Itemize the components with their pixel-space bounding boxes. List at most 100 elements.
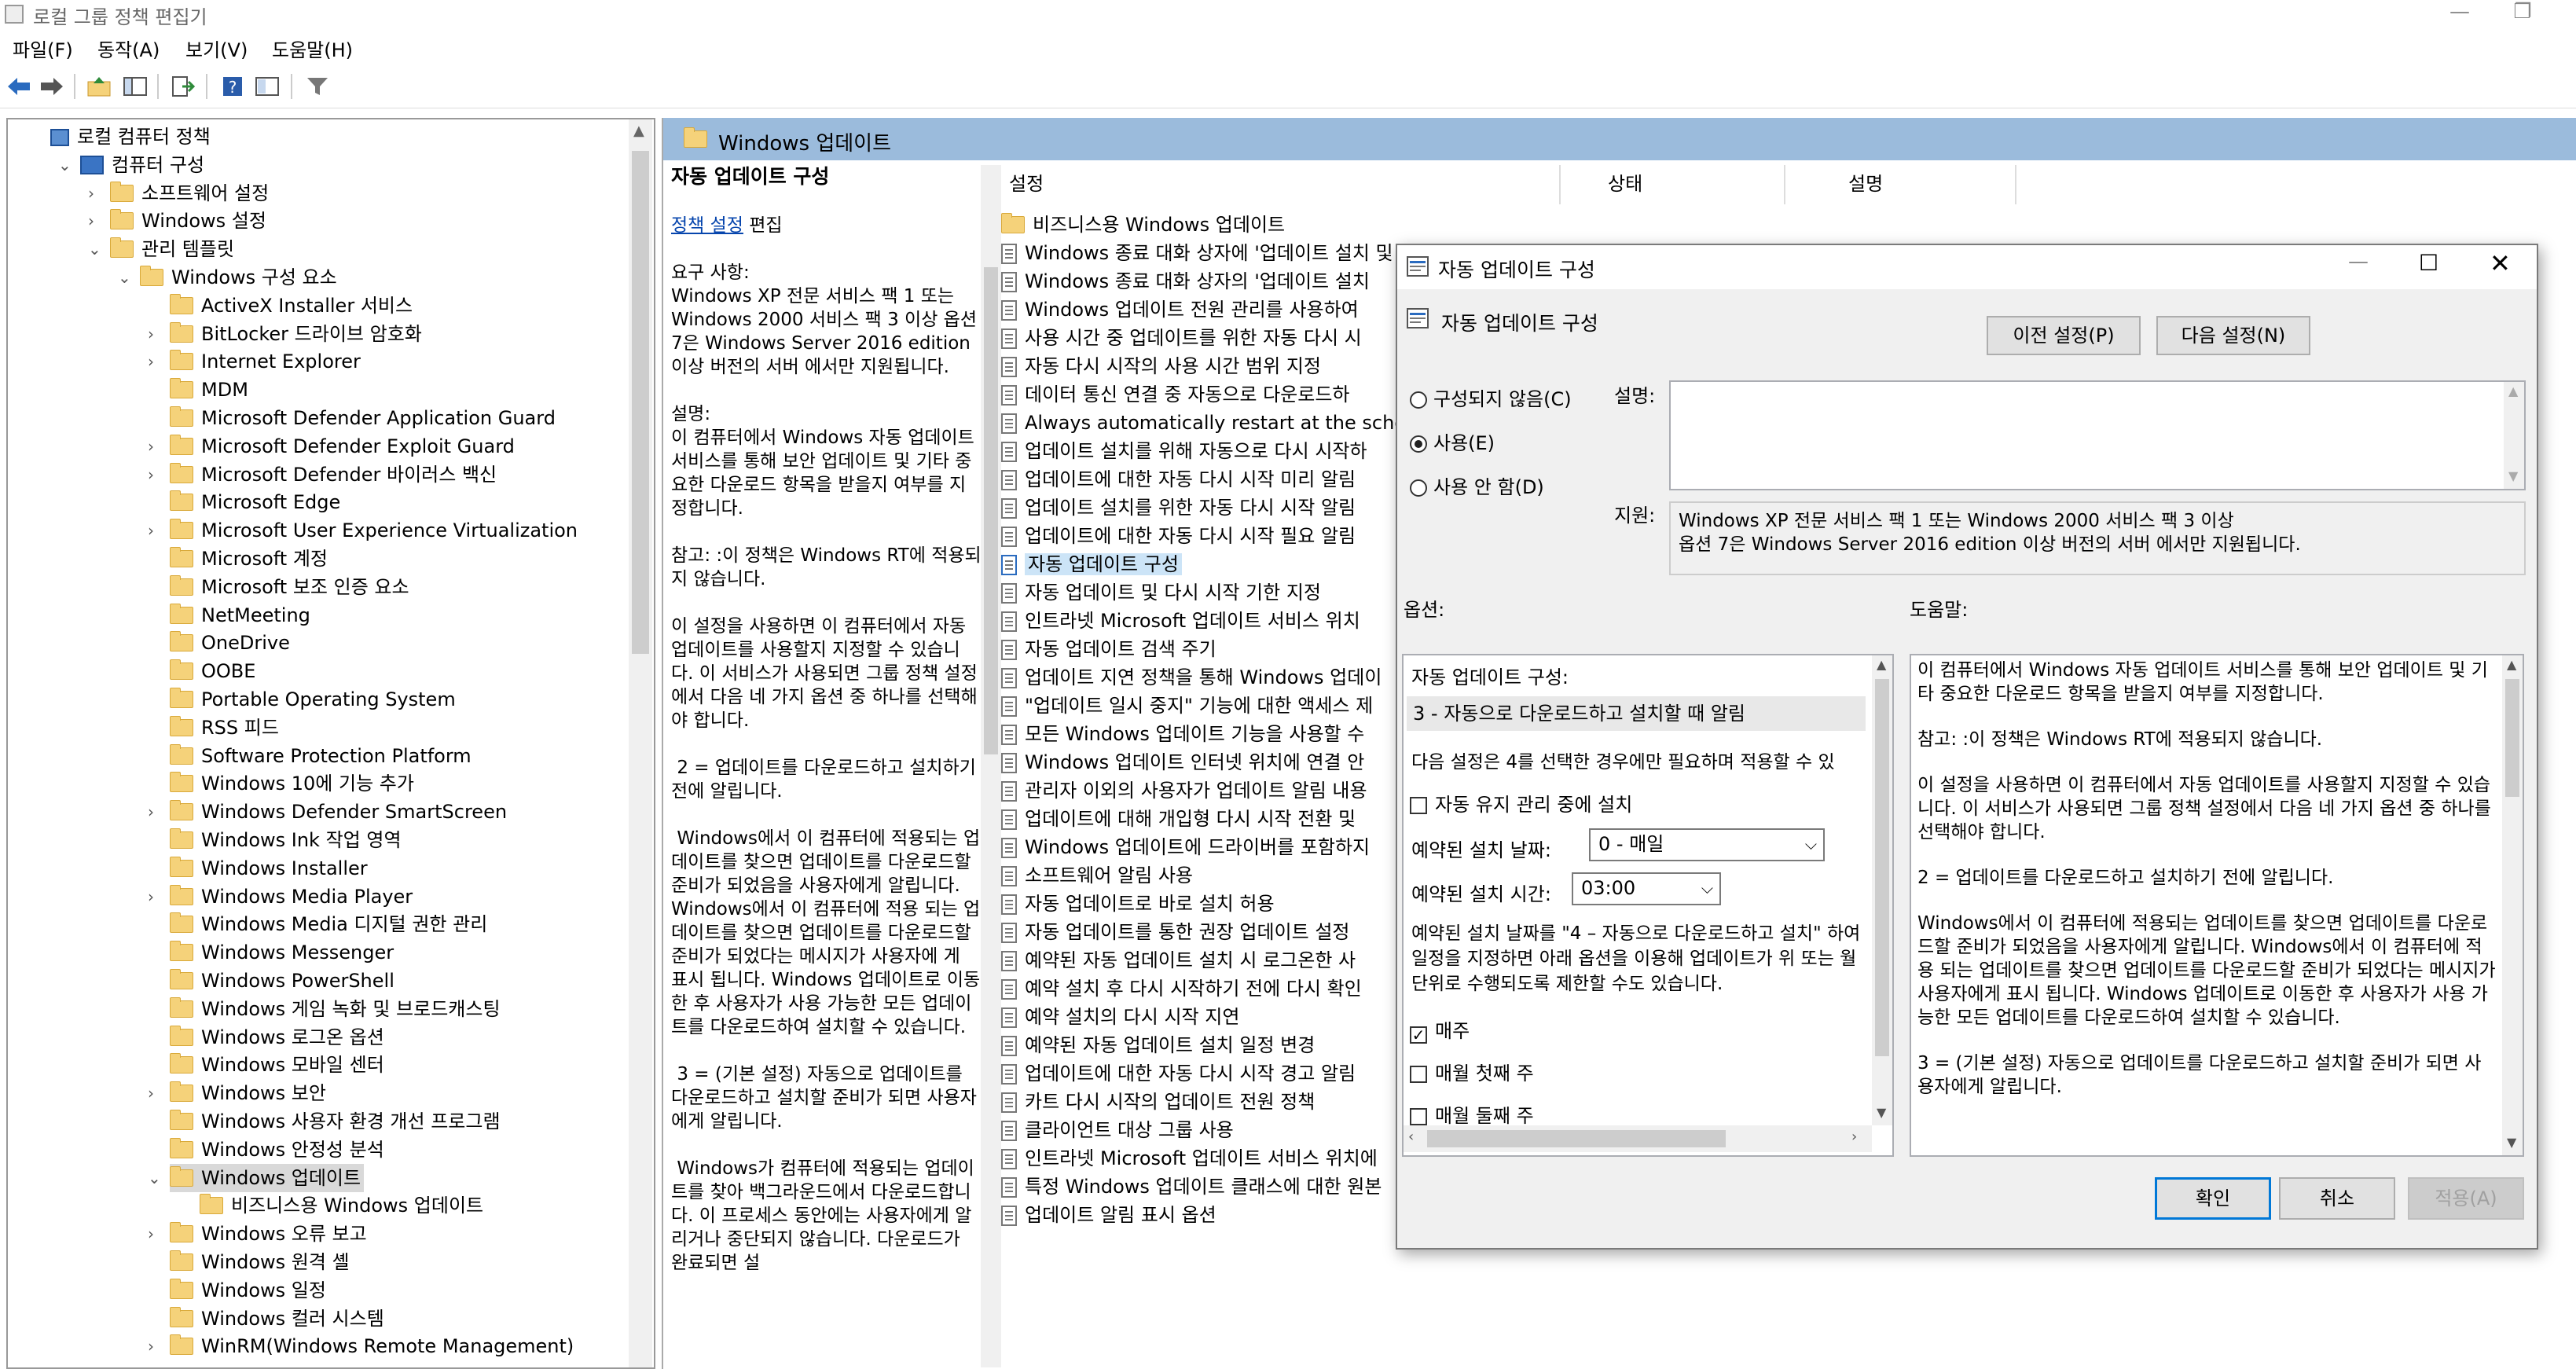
- setting-row[interactable]: 특정 Windows 업데이트 클래스에 대한 원본: [1001, 1173, 1382, 1201]
- setting-row[interactable]: 예약 설치의 다시 시작 지연: [1001, 1003, 1239, 1031]
- chevron-down-icon[interactable]: ⌄: [88, 235, 104, 263]
- cancel-button[interactable]: 취소: [2279, 1177, 2395, 1220]
- restore-button[interactable]: ❐: [2499, 0, 2546, 27]
- tree-item[interactable]: Microsoft Edge: [170, 488, 340, 516]
- tree-item[interactable]: ⌄ 컴퓨터 구성: [58, 151, 204, 179]
- comment-textarea[interactable]: ▲ ▼: [1669, 380, 2526, 490]
- setting-row[interactable]: 예약된 자동 업데이트 설치 시 로그온한 사: [1001, 946, 1356, 974]
- tree-item[interactable]: 로컬 컴퓨터 정책: [50, 123, 211, 151]
- setting-row[interactable]: 업데이트에 대한 자동 다시 시작 필요 알림: [1001, 522, 1356, 550]
- tree-item[interactable]: Microsoft 계정: [170, 545, 328, 573]
- previous-setting-button[interactable]: 이전 설정(P): [1987, 316, 2141, 355]
- chevron-right-icon[interactable]: ›: [148, 1332, 163, 1360]
- setting-row[interactable]: Windows 업데이트에 드라이버를 포함하지: [1001, 833, 1370, 861]
- maintenance-checkbox[interactable]: 자동 유지 관리 중에 설치: [1410, 789, 1632, 817]
- tree-item[interactable]: MDM: [170, 376, 248, 404]
- back-arrow-icon[interactable]: [5, 72, 33, 101]
- chevron-right-icon[interactable]: ›: [148, 320, 163, 348]
- tree-item[interactable]: › Windows Media Player: [148, 883, 413, 911]
- tree-item[interactable]: ActiveX Installer 서비스: [170, 292, 413, 320]
- day-select[interactable]: 0 - 매일 ⌵: [1589, 828, 1825, 861]
- minimize-button[interactable]: —: [2436, 0, 2483, 27]
- chevron-right-icon[interactable]: ›: [148, 347, 163, 376]
- weekly-checkbox-box[interactable]: ✓: [1410, 1026, 1427, 1044]
- tree-item[interactable]: › Microsoft Defender Exploit Guard: [148, 432, 515, 461]
- dialog-minimize-button[interactable]: —: [2348, 250, 2369, 273]
- menu-action[interactable]: 동작(A): [97, 35, 160, 62]
- tree-item[interactable]: › Windows 설정: [88, 207, 266, 235]
- setting-row[interactable]: 업데이트 설치를 위한 자동 다시 시작 알림: [1001, 494, 1356, 522]
- chevron-right-icon[interactable]: ›: [148, 1220, 163, 1248]
- radio-disabled[interactable]: 사용 안 함(D): [1410, 472, 1544, 499]
- setting-row[interactable]: 자동 업데이트로 바로 설치 허용: [1001, 890, 1275, 918]
- tree-item[interactable]: Windows Messenger: [170, 938, 394, 967]
- setting-row[interactable]: 예약 설치 후 다시 시작하기 전에 다시 확인: [1001, 974, 1362, 1003]
- chevron-down-icon[interactable]: ⌄: [148, 1164, 163, 1192]
- tree-item[interactable]: OOBE: [170, 657, 255, 685]
- setting-row[interactable]: 소프트웨어 알림 사용: [1001, 861, 1193, 890]
- setting-row[interactable]: 자동 업데이트 구성: [1001, 550, 1182, 578]
- options-hscroll-thumb[interactable]: [1427, 1130, 1726, 1147]
- dialog-close-button[interactable]: ✕: [2490, 248, 2511, 278]
- tree-item[interactable]: › Internet Explorer: [148, 347, 361, 376]
- tree-item[interactable]: Windows 안정성 분석: [170, 1136, 384, 1164]
- tree-item[interactable]: › Windows 오류 보고: [148, 1220, 367, 1248]
- maintenance-checkbox-box[interactable]: [1410, 797, 1427, 814]
- tree-item[interactable]: Windows 컬러 시스템: [170, 1305, 384, 1333]
- tree-item[interactable]: Windows 10에 기능 추가: [170, 769, 414, 798]
- setting-row[interactable]: 업데이트 알림 표시 옵션: [1001, 1201, 1216, 1229]
- column-header-state[interactable]: 상태: [1608, 168, 1642, 207]
- tree-item[interactable]: Windows 모바일 센터: [170, 1051, 384, 1079]
- second-week-checkbox-box[interactable]: [1410, 1108, 1427, 1125]
- options-vscroll-thumb[interactable]: [1875, 679, 1889, 1056]
- radio-not-configured[interactable]: 구성되지 않음(C): [1410, 384, 1572, 411]
- tree-item[interactable]: Windows Ink 작업 영역: [170, 826, 402, 854]
- setting-row[interactable]: 클라이언트 대상 그룹 사용: [1001, 1116, 1234, 1144]
- setting-row[interactable]: 데이터 통신 연결 중 자동으로 다운로드하: [1001, 380, 1350, 409]
- next-setting-button[interactable]: 다음 설정(N): [2156, 316, 2310, 355]
- tree-item[interactable]: Windows 사용자 환경 개선 프로그램: [170, 1107, 501, 1136]
- first-week-checkbox-box[interactable]: [1410, 1066, 1427, 1083]
- tree-item[interactable]: RSS 피드: [170, 714, 279, 742]
- setting-row[interactable]: 인트라넷 Microsoft 업데이트 서비스 위치에: [1001, 1144, 1378, 1173]
- radio-not-configured-circle[interactable]: [1410, 391, 1427, 409]
- configure-select[interactable]: 3 - 자동으로 다운로드하고 설치할 때 알림: [1407, 696, 1866, 731]
- column-header-setting[interactable]: 설정: [1009, 168, 1044, 207]
- setting-row[interactable]: Always automatically restart at the sche…: [1001, 409, 1435, 437]
- tree-item[interactable]: Windows Media 디지털 권한 관리: [170, 910, 487, 938]
- setting-row[interactable]: 카트 다시 시작의 업데이트 전원 정책: [1001, 1088, 1315, 1116]
- options-vscrollbar[interactable]: ▲ ▼: [1872, 655, 1892, 1125]
- tree-item[interactable]: Windows PowerShell: [170, 967, 394, 995]
- setting-row[interactable]: 사용 시간 중 업데이트를 위한 자동 다시 시: [1001, 324, 1362, 352]
- up-folder-icon[interactable]: [85, 72, 113, 101]
- setting-row[interactable]: 자동 업데이트 검색 주기: [1001, 635, 1216, 663]
- radio-enabled-circle[interactable]: [1410, 435, 1427, 453]
- tree-item[interactable]: › Microsoft User Experience Virtualizatio…: [148, 516, 578, 545]
- chevron-right-icon[interactable]: ›: [148, 461, 163, 489]
- setting-row[interactable]: Windows 업데이트 전원 관리를 사용하여: [1001, 295, 1359, 324]
- options-hscrollbar[interactable]: ‹ ›: [1404, 1125, 1872, 1152]
- tree-item[interactable]: › Windows 보안: [148, 1079, 326, 1107]
- apply-button[interactable]: 적용(A): [2408, 1177, 2524, 1220]
- setting-row[interactable]: 인트라넷 Microsoft 업데이트 서비스 위치: [1001, 607, 1360, 635]
- second-week-checkbox[interactable]: 매월 둘째 주: [1410, 1100, 1534, 1128]
- help-icon[interactable]: ?: [218, 72, 247, 101]
- help-scroll-thumb[interactable]: [2505, 679, 2519, 797]
- chevron-right-icon[interactable]: ›: [148, 516, 163, 545]
- tree-item[interactable]: Windows 게임 녹화 및 브로드캐스팅: [170, 995, 501, 1023]
- setting-row[interactable]: Windows 업데이트 인터넷 위치에 연결 안: [1001, 748, 1364, 776]
- tree-item[interactable]: Windows 원격 셸: [170, 1248, 350, 1276]
- tree-item[interactable]: › BitLocker 드라이브 암호화: [148, 320, 422, 348]
- column-header-comment[interactable]: 설명: [1848, 168, 1883, 207]
- chevron-right-icon[interactable]: ›: [148, 1079, 163, 1107]
- tree-item[interactable]: ⌄ Windows 업데이트: [148, 1163, 365, 1192]
- setting-row[interactable]: 업데이트에 대한 자동 다시 시작 미리 알림: [1001, 465, 1356, 494]
- show-hide-tree-icon[interactable]: [121, 72, 149, 101]
- tree-item[interactable]: OneDrive: [170, 629, 290, 657]
- setting-row[interactable]: "업데이트 일시 중지" 기능에 대한 액세스 제: [1001, 692, 1373, 720]
- setting-row[interactable]: 업데이트 지연 정책을 통해 Windows 업데이: [1001, 663, 1382, 692]
- tree-item[interactable]: › 소프트웨어 설정: [88, 179, 269, 207]
- setting-row[interactable]: 비즈니스용 Windows 업데이트: [1001, 211, 1285, 239]
- setting-row[interactable]: 자동 업데이트를 통한 권장 업데이트 설정: [1001, 918, 1350, 946]
- setting-row[interactable]: 모든 Windows 업데이트 기능을 사용할 수: [1001, 720, 1364, 748]
